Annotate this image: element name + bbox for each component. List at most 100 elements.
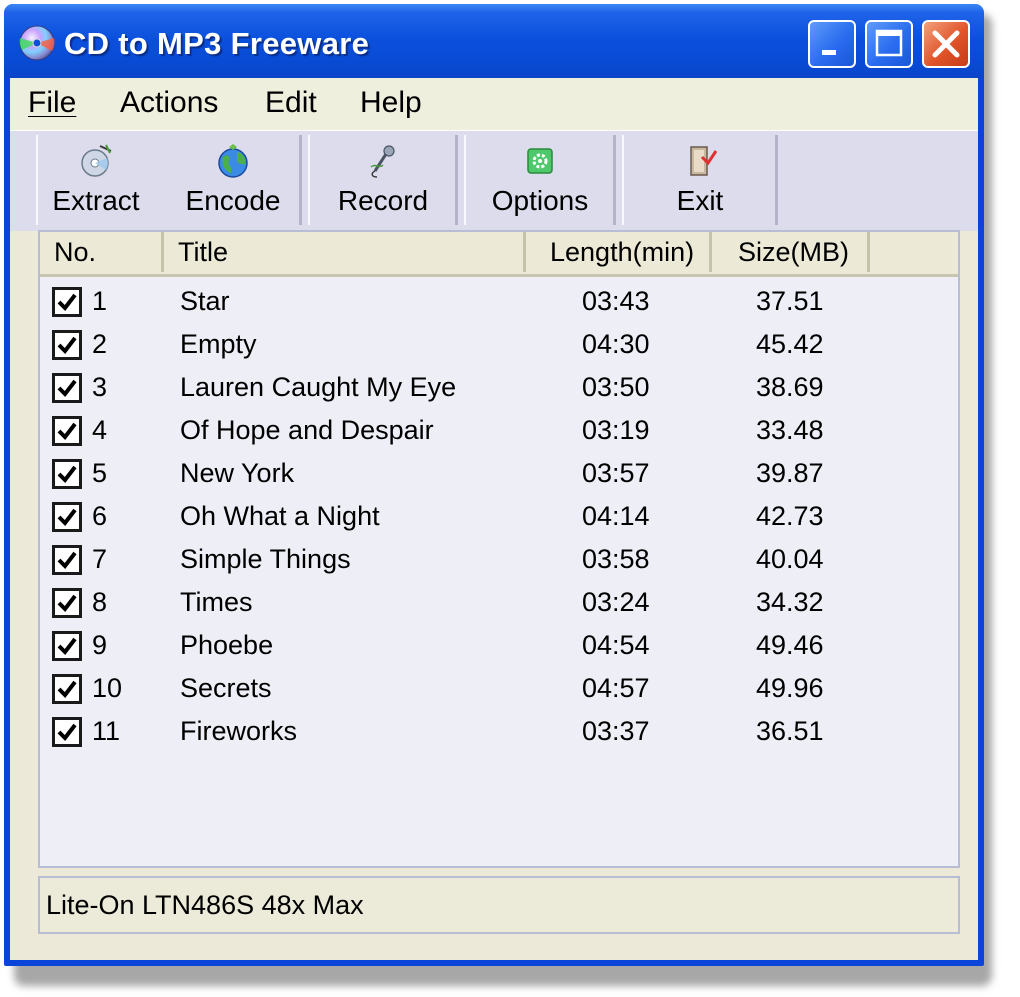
track-checkbox[interactable]	[52, 631, 82, 661]
menu-file[interactable]: File	[28, 86, 76, 120]
track-size: 38.69	[756, 372, 824, 402]
track-title: Of Hope and Despair	[180, 415, 434, 445]
menu-edit[interactable]: Edit	[265, 86, 317, 120]
track-length: 03:43	[582, 286, 650, 316]
cd-extract-icon	[81, 144, 112, 177]
checkmark-icon	[57, 465, 77, 484]
track-list-header: No. Title Length(min) Size(MB)	[40, 232, 958, 277]
track-length: 04:14	[582, 501, 650, 531]
column-header-size[interactable]: Size(MB)	[712, 232, 870, 272]
track-checkbox[interactable]	[52, 674, 82, 704]
checkmark-icon	[57, 508, 77, 527]
track-title: Simple Things	[180, 544, 351, 574]
track-title: Times	[180, 587, 253, 617]
table-row[interactable]: 6 Oh What a Night 04:14 42.73	[40, 495, 958, 538]
menu-actions[interactable]: Actions	[120, 86, 218, 120]
close-button[interactable]	[922, 20, 970, 68]
track-size: 49.96	[756, 673, 824, 703]
maximize-button[interactable]	[865, 20, 913, 68]
encode-button[interactable]: Encode	[168, 135, 298, 225]
track-length: 03:19	[582, 415, 650, 445]
track-checkbox[interactable]	[52, 330, 82, 360]
table-row[interactable]: 2 Empty 04:30 45.42	[40, 323, 958, 366]
track-title: Oh What a Night	[180, 501, 380, 531]
app-window: CD to MP3 Freeware File Actions Edit Hel…	[4, 4, 984, 966]
table-row[interactable]: 5 New York 03:57 39.87	[40, 452, 958, 495]
exit-button[interactable]: Exit	[624, 135, 776, 225]
menu-help[interactable]: Help	[360, 86, 422, 120]
door-exit-icon	[690, 146, 718, 176]
column-header-length[interactable]: Length(min)	[526, 232, 712, 272]
track-size: 42.73	[756, 501, 824, 531]
minimize-icon	[822, 50, 836, 55]
track-checkbox[interactable]	[52, 588, 82, 618]
menu-file-label: File	[28, 86, 77, 119]
table-row[interactable]: 4 Of Hope and Despair 03:19 33.48	[40, 409, 958, 452]
table-row[interactable]: 7 Simple Things 03:58 40.04	[40, 538, 958, 581]
track-checkbox[interactable]	[52, 459, 82, 489]
title-bar[interactable]: CD to MP3 Freeware	[4, 4, 984, 78]
microphone-icon	[370, 145, 395, 178]
table-row[interactable]: 9 Phoebe 04:54 49.46	[40, 624, 958, 667]
track-list[interactable]: No. Title Length(min) Size(MB) 1 Star 03:4…	[38, 230, 960, 868]
track-checkbox[interactable]	[52, 287, 82, 317]
track-checkbox[interactable]	[52, 717, 82, 747]
options-button[interactable]: Options	[466, 135, 614, 225]
track-length: 04:30	[582, 329, 650, 359]
minimize-button[interactable]	[808, 20, 856, 68]
globe-icon	[218, 144, 248, 178]
status-bar: Lite-On LTN486S 48x Max	[38, 876, 960, 934]
checkmark-icon	[57, 594, 77, 613]
track-number: 10	[92, 673, 123, 703]
drive-status: Lite-On LTN486S 48x Max	[46, 890, 364, 920]
track-number: 11	[92, 716, 121, 746]
checkmark-icon	[57, 379, 77, 398]
track-size: 39.87	[756, 458, 824, 488]
track-title: Secrets	[180, 673, 272, 703]
track-size: 45.42	[756, 329, 824, 359]
track-size: 34.32	[756, 587, 824, 617]
column-header-title[interactable]: Title	[164, 232, 526, 272]
table-row[interactable]: 10 Secrets 04:57 49.96	[40, 667, 958, 710]
record-label: Record	[337, 185, 429, 216]
track-checkbox[interactable]	[52, 545, 82, 575]
track-size: 49.46	[756, 630, 824, 660]
track-length: 04:54	[582, 630, 650, 660]
table-row[interactable]: 11 Fireworks 03:37 36.51	[40, 710, 958, 753]
checkmark-icon	[57, 723, 77, 742]
track-title: Star	[180, 286, 230, 316]
column-header-no[interactable]: No.	[40, 232, 164, 272]
track-checkbox[interactable]	[52, 502, 82, 532]
table-row[interactable]: 3 Lauren Caught My Eye 03:50 38.69	[40, 366, 958, 409]
table-row[interactable]: 1 Star 03:43 37.51	[40, 280, 958, 323]
track-number: 9	[92, 630, 108, 660]
exit-label: Exit	[676, 185, 724, 216]
track-length: 03:24	[582, 587, 650, 617]
track-length: 03:37	[582, 716, 650, 746]
track-size: 40.04	[756, 544, 824, 574]
track-number: 2	[92, 329, 108, 359]
track-number: 4	[92, 415, 108, 445]
checkmark-icon	[57, 551, 77, 570]
track-number: 7	[92, 544, 108, 574]
toolbar: Extract Encode Record Options Exit	[10, 130, 978, 231]
extract-label: Extract	[52, 185, 140, 216]
options-label: Options	[491, 185, 589, 216]
toolbar-group-record: Record	[308, 135, 458, 225]
track-size: 33.48	[756, 415, 824, 445]
toolbar-group-exit: Exit	[622, 135, 778, 225]
track-title: Fireworks	[180, 716, 298, 746]
record-button[interactable]: Record	[310, 135, 456, 225]
menu-bar: File Actions Edit Help	[10, 78, 978, 130]
window-title: CD to MP3 Freeware	[64, 26, 370, 61]
checkmark-icon	[57, 336, 77, 355]
track-number: 8	[92, 587, 108, 617]
toolbar-group-options: Options	[464, 135, 616, 225]
extract-button[interactable]: Extract	[38, 135, 154, 225]
track-number: 5	[92, 458, 108, 488]
track-length: 03:58	[582, 544, 650, 574]
table-row[interactable]: 8 Times 03:24 34.32	[40, 581, 958, 624]
track-checkbox[interactable]	[52, 416, 82, 446]
client-area: File Actions Edit Help Extract Encode Re…	[10, 78, 978, 960]
track-checkbox[interactable]	[52, 373, 82, 403]
